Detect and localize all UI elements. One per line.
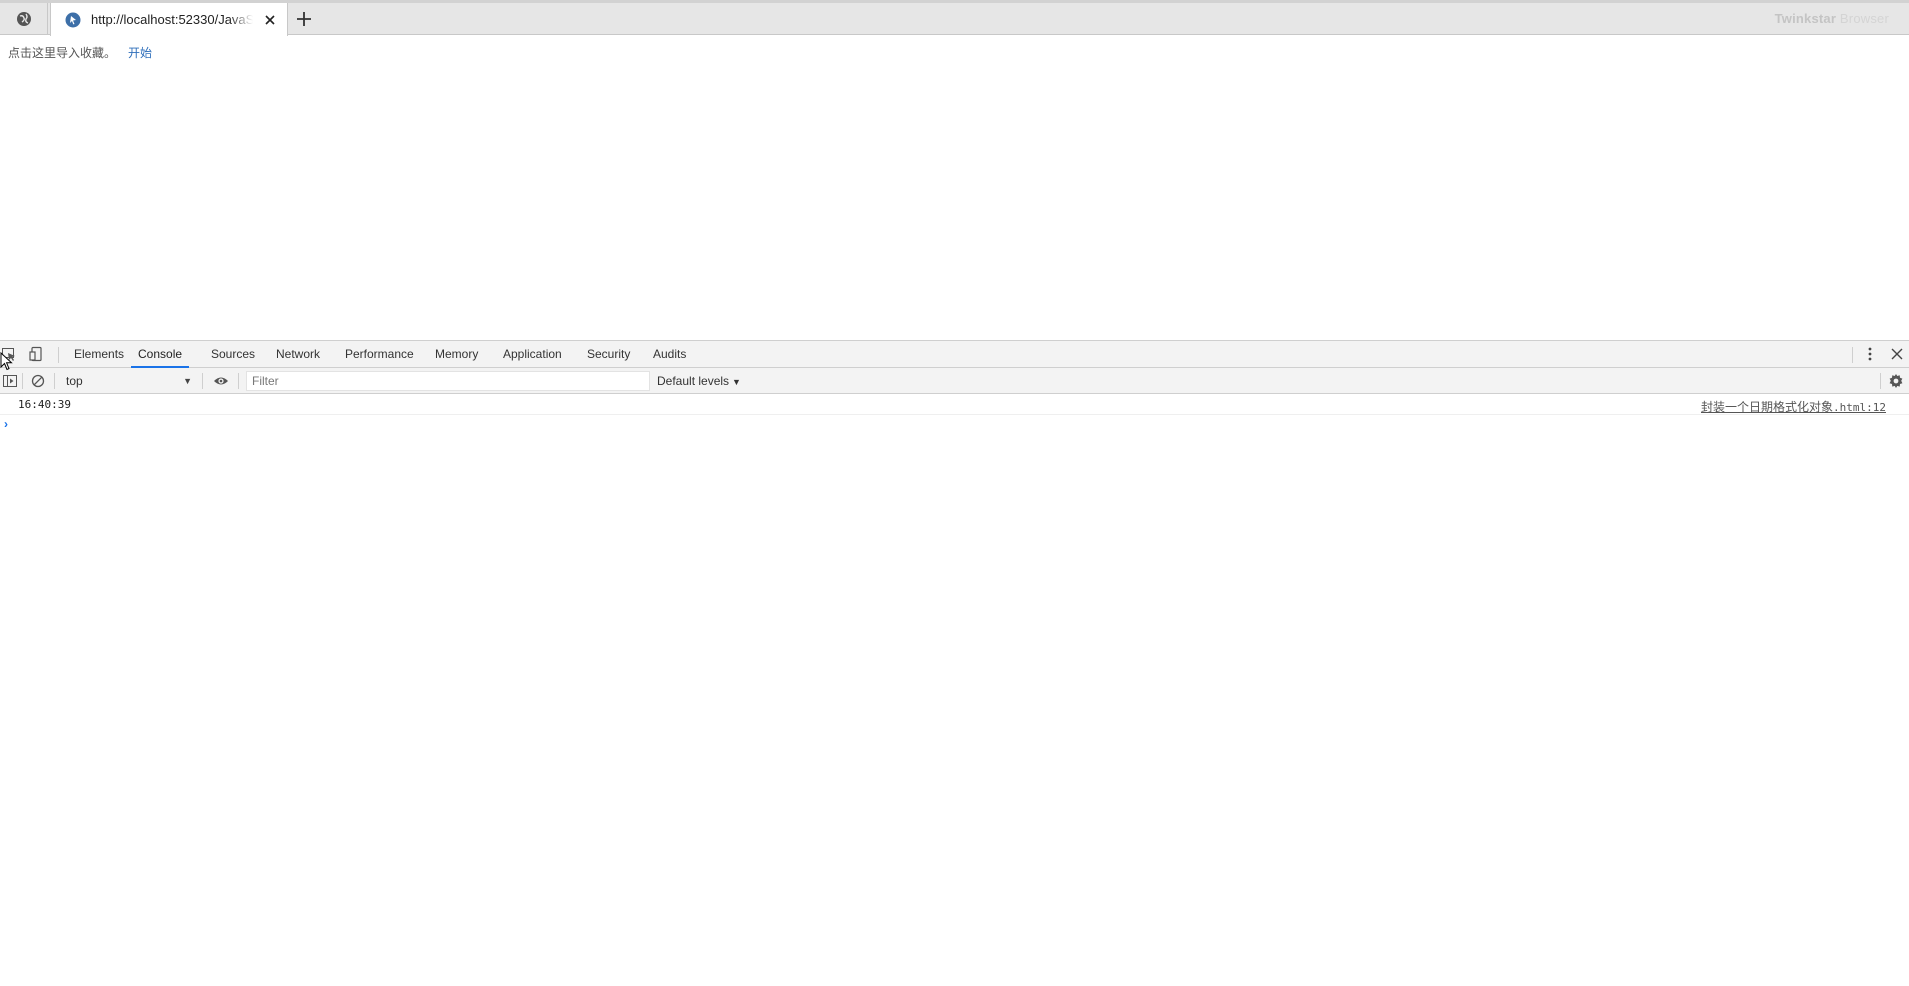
console-separator (202, 373, 203, 389)
tab-sources[interactable]: Sources (211, 341, 255, 368)
console-separator (238, 373, 239, 389)
more-options-icon[interactable] (1862, 346, 1878, 362)
console-settings-gear-icon[interactable] (1888, 373, 1904, 389)
devtools-panel: Elements Console Sources Network Perform… (0, 340, 1909, 986)
dropdown-arrow-icon: ▼ (732, 377, 741, 387)
tab-performance[interactable]: Performance (345, 341, 414, 368)
tab-application[interactable]: Application (503, 341, 562, 368)
bookmarks-bar: 点击这里导入收藏。 开始 (8, 44, 152, 61)
console-message-source-link[interactable]: 封装一个日期格式化对象.html:12 (1701, 398, 1886, 415)
console-filter-input[interactable] (246, 371, 650, 391)
console-separator (1880, 373, 1881, 389)
tab-title: http://localhost:52330/JavaScript/ (91, 12, 253, 27)
devtools-tab-bar: Elements Console Sources Network Perform… (0, 340, 1909, 368)
console-separator (22, 373, 23, 389)
log-levels-label: Default levels (657, 374, 730, 388)
new-tab-plus-icon[interactable] (294, 9, 314, 29)
tab-audits[interactable]: Audits (653, 341, 686, 368)
execution-context-select[interactable]: top ▼ (60, 371, 196, 391)
import-start-link[interactable]: 开始 (128, 44, 152, 61)
home-tab[interactable] (0, 3, 48, 35)
prompt-chevron-icon: › (4, 417, 8, 431)
brand-light: Browser (1836, 11, 1889, 26)
import-bookmarks-prompt: 点击这里导入收藏。 (8, 46, 117, 60)
tab-security[interactable]: Security (587, 341, 630, 368)
globe-icon (16, 12, 31, 26)
source-file-line: .html:12 (1833, 401, 1886, 414)
browser-tab-active[interactable]: http://localhost:52330/JavaScript/ (50, 3, 288, 36)
console-separator (54, 373, 55, 389)
device-toolbar-icon[interactable] (29, 346, 45, 362)
source-file-name: 封装一个日期格式化对象 (1701, 400, 1834, 414)
tab-elements[interactable]: Elements (74, 341, 124, 368)
console-message-text[interactable]: 16:40:39 (18, 398, 71, 411)
browser-tab-bar: http://localhost:52330/JavaScript/ Twink… (0, 0, 1909, 36)
devtools-separator (1852, 347, 1853, 363)
favicon-icon (65, 12, 81, 27)
brand-bold: Twinkstar (1774, 11, 1837, 26)
show-sidebar-icon[interactable] (2, 373, 18, 389)
context-value: top (66, 374, 83, 388)
log-levels-dropdown[interactable]: Default levels ▼ (657, 371, 741, 391)
tab-network[interactable]: Network (276, 341, 320, 368)
browser-brand: Twinkstar Browser (1775, 11, 1889, 26)
console-prompt-input[interactable] (20, 417, 1880, 435)
inspect-element-icon[interactable] (1, 346, 17, 362)
close-icon[interactable] (263, 13, 277, 27)
console-toolbar: top ▼ Default levels▼ (0, 368, 1909, 394)
console-prompt[interactable]: › (0, 415, 1909, 437)
tab-memory[interactable]: Memory (435, 341, 478, 368)
eye-icon[interactable] (213, 373, 229, 389)
devtools-separator (58, 347, 59, 363)
dropdown-arrow-icon: ▼ (183, 376, 192, 386)
console-message: 16:40:39 封装一个日期格式化对象.html:12 (0, 395, 1909, 415)
close-devtools-icon[interactable] (1889, 346, 1905, 362)
tab-console[interactable]: Console (131, 341, 190, 368)
clear-console-icon[interactable] (30, 373, 46, 389)
